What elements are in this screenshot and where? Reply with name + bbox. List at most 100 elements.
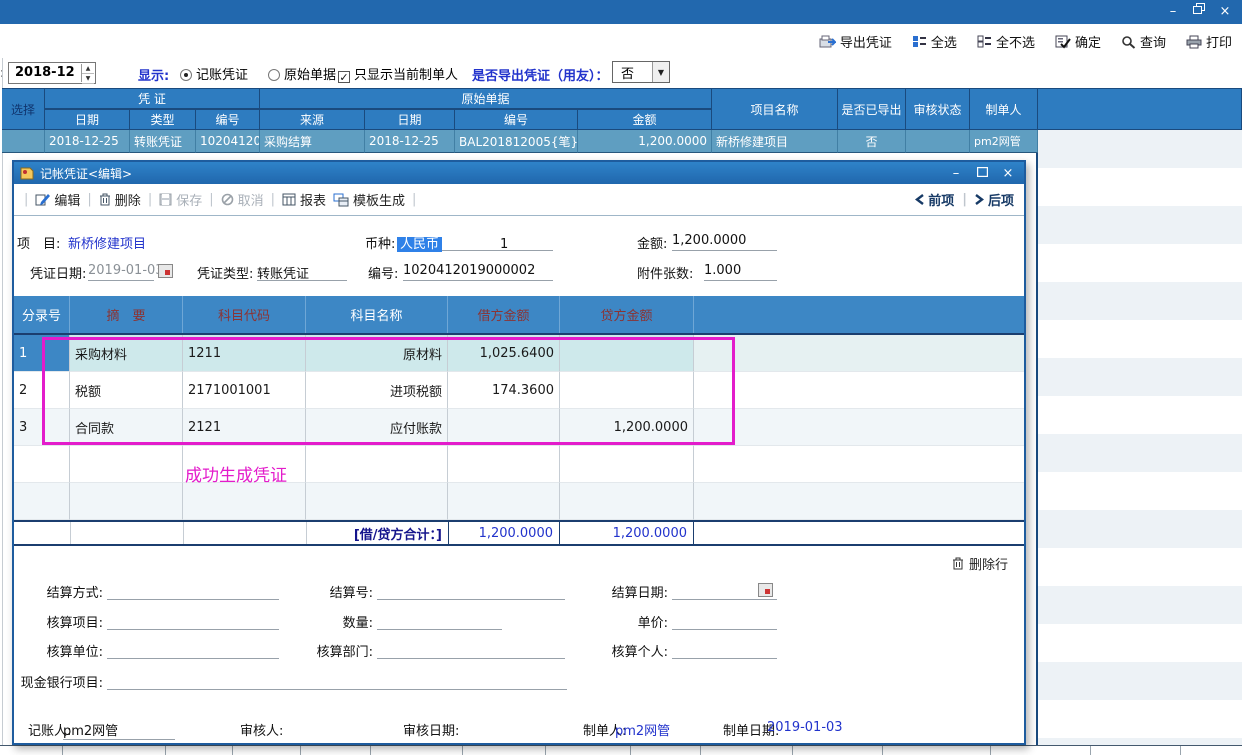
grid-col-filler: [694, 296, 1024, 333]
period-value: 2018-12: [15, 65, 75, 80]
currency-value: 人民币: [397, 237, 442, 252]
print-icon: [1186, 35, 1202, 49]
row-type[interactable]: 转账凭证: [130, 130, 196, 153]
total-credit: 1,200.0000: [560, 522, 694, 544]
delete-row-button[interactable]: 删除行: [952, 554, 1008, 573]
acct-person-field[interactable]: [672, 641, 777, 659]
select-none-button[interactable]: 全不选: [977, 32, 1035, 51]
row-amount[interactable]: 1,200.0000: [578, 130, 712, 153]
row-original-date[interactable]: 2018-12-25: [365, 130, 455, 153]
radio-unselected-icon: [268, 69, 280, 81]
query-button[interactable]: 查询: [1121, 32, 1166, 51]
cancel-button[interactable]: 取消: [221, 190, 264, 209]
print-button[interactable]: 打印: [1186, 32, 1232, 51]
cancel-icon: [221, 193, 234, 206]
settle-number-field[interactable]: [377, 582, 565, 600]
dialog-maximize-icon[interactable]: [972, 166, 992, 181]
close-icon[interactable]: ×: [1214, 3, 1236, 21]
template-generate-button[interactable]: 模板生成: [333, 190, 405, 209]
attachments-value[interactable]: 1.000: [704, 263, 777, 281]
select-all-button[interactable]: 全选: [912, 32, 957, 51]
radio-selected-icon: [180, 69, 192, 81]
display-label: 显示:: [138, 65, 169, 84]
dialog-minimize-icon[interactable]: –: [946, 166, 966, 181]
export-dropdown[interactable]: 否 ▼: [612, 61, 670, 83]
row-source[interactable]: 采购结算: [260, 130, 365, 153]
entry-empty-cell[interactable]: [70, 446, 183, 483]
entry-empty-cell[interactable]: [306, 483, 448, 520]
prev-item-button[interactable]: 前项: [915, 190, 954, 209]
report-button[interactable]: 报表: [282, 190, 326, 209]
dialog-footer: 记账人: pm2网管 审核人: 审核日期: 制单人: pm2网管 制单日期: 2…: [14, 720, 1024, 742]
settle-number-label: 结算号:: [313, 582, 373, 601]
entry-empty-cell[interactable]: [560, 446, 694, 483]
period-spinner[interactable]: 2018-12 ▲▼: [8, 62, 96, 84]
entry-empty-cell[interactable]: [70, 483, 183, 520]
settle-method-field[interactable]: [107, 582, 279, 600]
current-creator-checkbox[interactable]: ✓只显示当前制单人: [338, 64, 458, 83]
entry-empty-cell[interactable]: [448, 446, 560, 483]
chevron-right-icon: [975, 194, 984, 205]
spinner-arrows-icon[interactable]: ▲▼: [81, 64, 94, 82]
calendar-icon[interactable]: [158, 264, 173, 278]
top-toolbar: 导出凭证 全选 全不选 确定 查询 打印: [819, 32, 1232, 51]
chevron-down-icon: ▼: [652, 62, 669, 82]
col-original-date: 日期: [365, 109, 455, 130]
minimize-icon[interactable]: –: [1162, 3, 1184, 21]
row-project[interactable]: 新桥修建项目: [712, 130, 838, 153]
voucher-type-value[interactable]: 转账凭证: [257, 263, 347, 281]
group-voucher: 凭 证: [45, 88, 260, 109]
cash-bank-field[interactable]: [107, 672, 567, 690]
row-original-number[interactable]: BAL201812005{笔}: [455, 130, 578, 153]
save-icon: [159, 193, 172, 206]
row-audit-status[interactable]: [906, 130, 970, 153]
currency-field[interactable]: 人民币1: [397, 233, 553, 251]
amount-value[interactable]: 1,200.0000: [672, 233, 777, 251]
acct-unit-label: 核算单位:: [35, 641, 103, 660]
next-item-button[interactable]: 后项: [975, 190, 1014, 209]
unit-price-field[interactable]: [672, 612, 777, 630]
grid-col-summary: 摘 要: [70, 296, 183, 333]
radio-original[interactable]: 原始单据: [268, 64, 336, 83]
amount-label: 金额:: [637, 233, 667, 252]
entry-empty-cell[interactable]: [560, 483, 694, 520]
total-label: [借/贷方合计：]: [306, 522, 448, 544]
export-voucher-button[interactable]: 导出凭证: [819, 32, 892, 51]
restore-icon[interactable]: [1188, 3, 1210, 21]
row-number[interactable]: 10204120180: [196, 130, 260, 153]
col-empty: [1038, 88, 1242, 130]
row-exported[interactable]: 否: [838, 130, 906, 153]
edit-button[interactable]: 编辑: [35, 190, 80, 209]
entry-empty-cell[interactable]: [14, 446, 70, 483]
acct-person-label: 核算个人:: [598, 641, 668, 660]
project-value[interactable]: 新桥修建项目: [68, 233, 146, 251]
calendar-icon[interactable]: [758, 583, 773, 597]
radio-voucher[interactable]: 记账凭证: [180, 64, 248, 83]
row-date[interactable]: 2018-12-25: [45, 130, 130, 153]
group-original-doc: 原始单据: [260, 88, 712, 109]
entry-empty-cell[interactable]: [448, 483, 560, 520]
chevron-left-icon: [915, 194, 924, 205]
row-creator[interactable]: pm2网管: [970, 130, 1038, 153]
acct-unit-field[interactable]: [107, 641, 279, 659]
project-label: 项 目:: [17, 233, 60, 252]
export-question-label: 是否导出凭证（用友）：: [472, 65, 609, 84]
dialog-close-icon[interactable]: ×: [998, 166, 1018, 181]
entry-empty-cell[interactable]: [306, 446, 448, 483]
save-button[interactable]: 保存: [159, 190, 202, 209]
acct-item-field[interactable]: [107, 612, 279, 630]
entry-empty-cell[interactable]: [14, 483, 70, 520]
row-select-cell[interactable]: [2, 130, 45, 153]
voucher-date-value[interactable]: 2019-01-03: [88, 263, 154, 281]
voucher-number-value[interactable]: 1020412019000002: [403, 263, 553, 281]
currency-label: 币种:: [365, 233, 395, 252]
confirm-button[interactable]: 确定: [1055, 32, 1101, 51]
delete-button[interactable]: 删除: [99, 190, 141, 209]
voucher-edit-dialog: 记帐凭证<编辑> – × | 编辑 | 删除 | 保存: [12, 160, 1026, 745]
grid-col-account-name: 科目名称: [306, 296, 448, 333]
acct-dept-field[interactable]: [377, 641, 565, 659]
grid-col-credit: 贷方金额: [560, 296, 694, 333]
quantity-field[interactable]: [377, 612, 502, 630]
total-debit: 1,200.0000: [448, 522, 560, 544]
entry-empty-cell[interactable]: [183, 483, 306, 520]
